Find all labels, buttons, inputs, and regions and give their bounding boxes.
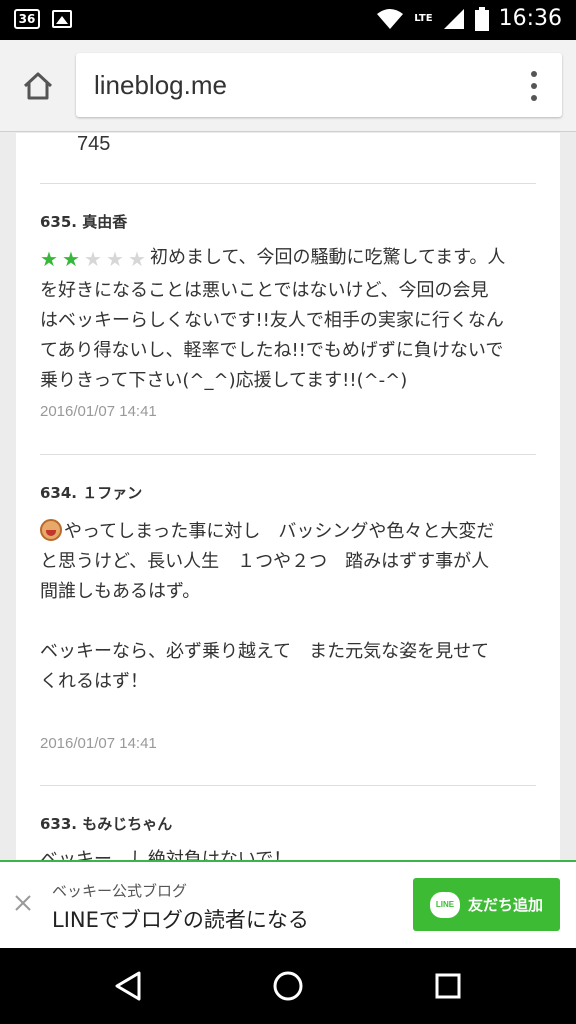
- status-bar: 36 LTE 16:36: [0, 0, 576, 40]
- comment-author[interactable]: １ファン: [82, 484, 142, 502]
- comments-panel: 745 635. 真由香 ★ ★ ★ ★ ★ 初めまして、今回の騒動に吃驚してます。人 を…: [16, 133, 560, 860]
- line-logo-icon: LINE: [429, 891, 460, 918]
- status-left: 36: [14, 9, 72, 29]
- comment-body: やってしまった事に対し バッシングや色々と大変だ と思うけど、長い人生 １つや２…: [40, 517, 540, 697]
- star-empty-icon: ★: [106, 247, 124, 271]
- comment-line: ベッキーなら、必ず乗り越えて また元気な姿を見せて: [40, 641, 490, 662]
- home-button[interactable]: [18, 66, 58, 106]
- comment-header: 633. もみじちゃん: [40, 813, 172, 834]
- image-icon: [52, 10, 72, 28]
- home-icon: [23, 72, 53, 100]
- wifi-icon: [377, 8, 404, 29]
- recents-button[interactable]: [428, 966, 468, 1006]
- banner-title[interactable]: LINEでブログの読者になる: [52, 904, 309, 934]
- comment-line: 間誰しもあるはず。: [40, 581, 201, 602]
- comment-header: 635. 真由香: [40, 211, 127, 232]
- menu-dot: [531, 71, 537, 77]
- status-right: LTE 16:36: [376, 6, 562, 31]
- battery-icon: [474, 6, 489, 31]
- back-button[interactable]: [108, 966, 148, 1006]
- divider: [40, 183, 536, 184]
- add-friend-button[interactable]: LINE 友だち追加: [413, 878, 560, 931]
- comment-line: てあり得ないし、軽率でしたね!!でもめげずに負けないで: [40, 340, 504, 361]
- comment-line: ★ ★ ★ ★ ★ 初めまして、今回の騒動に吃驚してます。人: [40, 243, 540, 276]
- close-icon[interactable]: [12, 892, 34, 914]
- comment-date: 2016/01/07 14:41: [40, 403, 157, 420]
- comment-body: ★ ★ ★ ★ ★ 初めまして、今回の騒動に吃驚してます。人 を好きになることは悪いことで…: [40, 243, 540, 396]
- comment-line: を好きになることは悪いことではないけど、今回の会見: [40, 280, 489, 301]
- recents-icon: [435, 973, 461, 999]
- comment-line: [40, 607, 540, 637]
- comment-number: 633.: [40, 815, 78, 833]
- banner-subtitle: ベッキー公式ブログ: [52, 882, 188, 900]
- comment-author[interactable]: 真由香: [82, 213, 127, 231]
- network-type: LTE: [414, 12, 433, 24]
- signal-icon: [443, 8, 464, 29]
- browser-toolbar: lineblog.me: [0, 40, 576, 132]
- url-text: lineblog.me: [94, 70, 227, 100]
- menu-dot: [531, 83, 537, 89]
- comment-number: 635.: [40, 213, 78, 231]
- rating-stars: ★ ★ ★ ★ ★: [40, 246, 150, 276]
- star-filled-icon: ★: [40, 247, 58, 271]
- comment-line: と思うけど、長い人生 １つや２つ 踏みはずす事が人: [40, 551, 490, 572]
- clock: 16:36: [498, 6, 562, 31]
- divider: [40, 785, 536, 786]
- comment-author[interactable]: もみじちゃん: [82, 815, 172, 833]
- add-friend-label: 友だち追加: [467, 896, 543, 914]
- divider: [40, 454, 536, 455]
- comment-header: 634. １ファン: [40, 482, 142, 503]
- home-nav-button[interactable]: [268, 966, 308, 1006]
- comment-line: くれるはず！: [40, 671, 148, 692]
- star-empty-icon: ★: [128, 247, 146, 271]
- comment-number: 634.: [40, 484, 78, 502]
- laughing-face-icon: [40, 519, 62, 541]
- comment-text: やってしまった事に対し バッシングや色々と大変だ: [64, 521, 495, 542]
- count-text: 745: [77, 133, 111, 155]
- address-bar[interactable]: lineblog.me: [76, 53, 562, 117]
- notification-badge-icon: 36: [14, 9, 40, 29]
- comment-line-partial: ベッキー、し絶対負けないで！: [40, 849, 292, 860]
- home-circle-icon: [273, 971, 303, 1001]
- back-icon: [115, 971, 141, 1001]
- line-follow-banner: ベッキー公式ブログ LINEでブログの読者になる LINE 友だち追加: [0, 860, 576, 948]
- comment-text: 初めまして、今回の騒動に吃驚してます。人: [150, 247, 506, 268]
- comment-line: やってしまった事に対し バッシングや色々と大変だ: [40, 517, 540, 547]
- star-empty-icon: ★: [84, 247, 102, 271]
- star-filled-icon: ★: [62, 247, 80, 271]
- comment-line: 乗りきって下さい(^_^)応援してます!!(^-^): [40, 370, 408, 391]
- menu-dot: [531, 95, 537, 101]
- comment-date: 2016/01/07 14:41: [40, 735, 157, 752]
- comment-line: はベッキーらしくないです!!友人で相手の実家に行くなん: [40, 310, 504, 331]
- overflow-menu-icon[interactable]: [530, 71, 538, 101]
- system-nav-bar: [0, 948, 576, 1024]
